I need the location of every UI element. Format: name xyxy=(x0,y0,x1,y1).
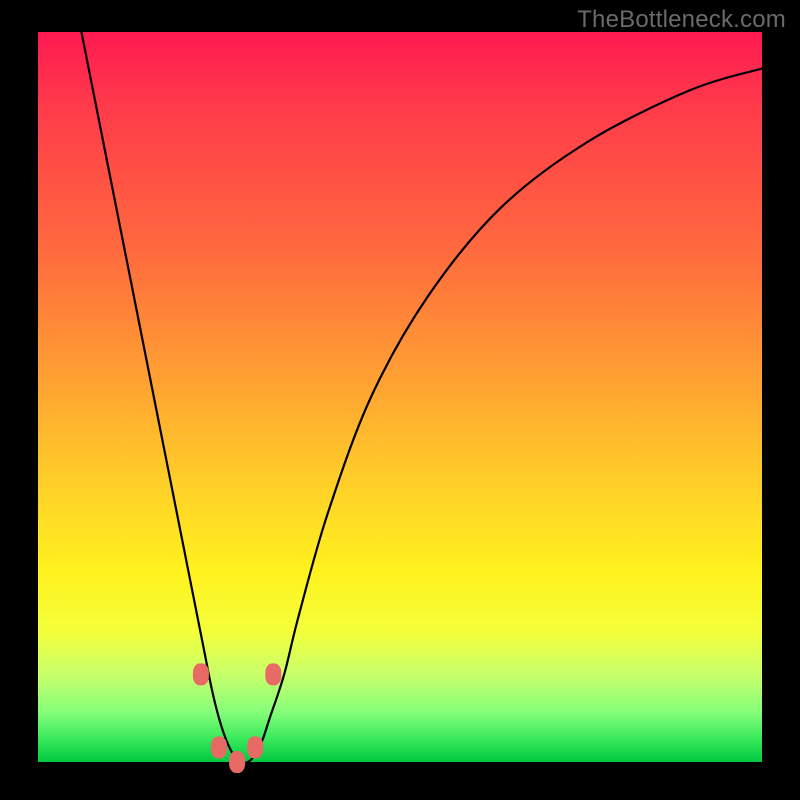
chart-frame: TheBottleneck.com xyxy=(0,0,800,800)
watermark-text: TheBottleneck.com xyxy=(577,6,786,34)
curve-marker xyxy=(247,736,263,758)
curve-marker xyxy=(229,751,245,773)
curve-svg xyxy=(38,32,762,762)
bottleneck-curve xyxy=(81,32,762,763)
plot-area xyxy=(38,32,762,762)
curve-marker xyxy=(193,663,209,685)
curve-marker xyxy=(265,663,281,685)
curve-markers xyxy=(193,663,281,773)
curve-marker xyxy=(211,736,227,758)
